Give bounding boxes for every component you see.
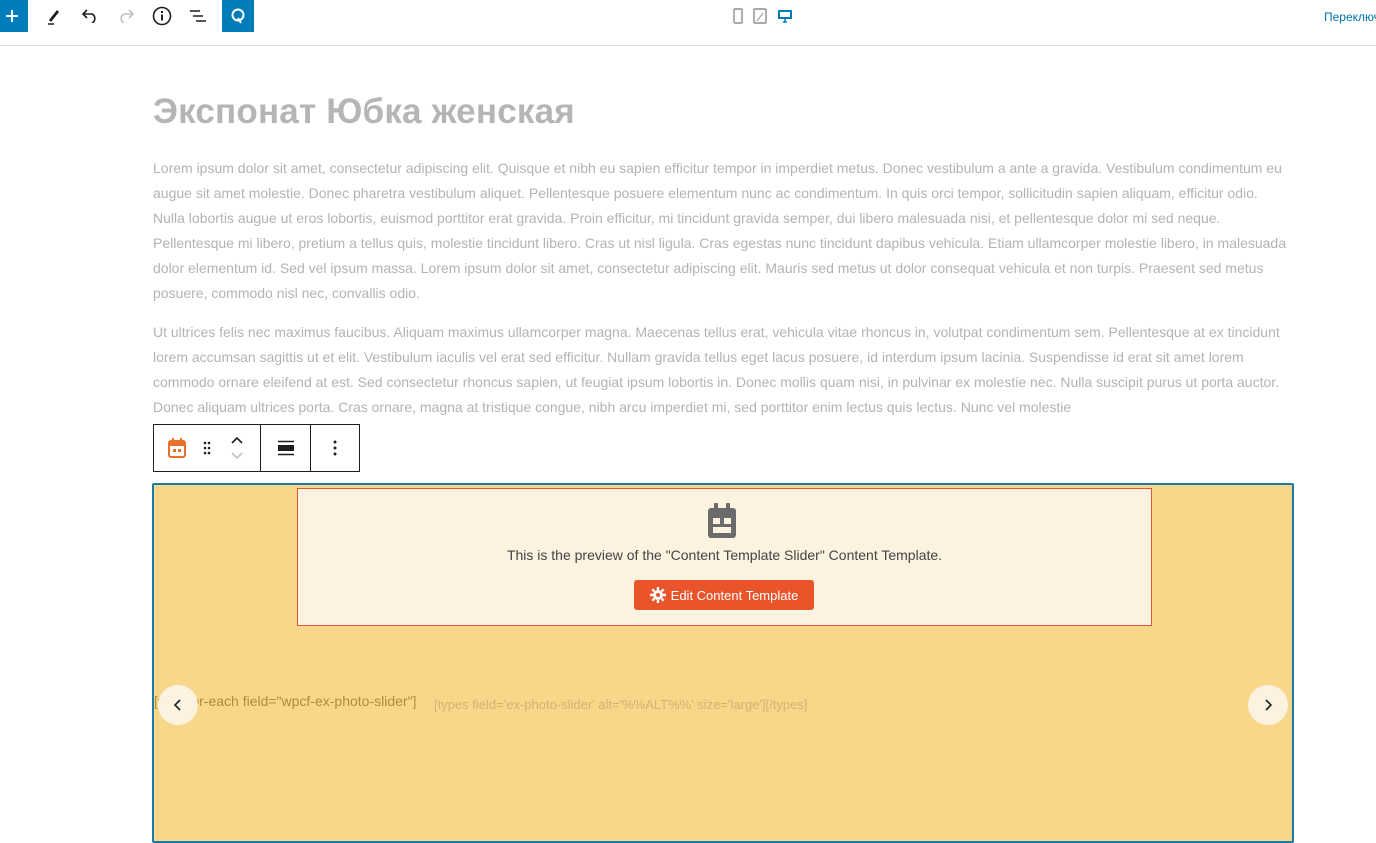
switch-editor-link[interactable]: Переключиться [1324,10,1376,24]
undo-button[interactable] [74,0,106,32]
align-icon [277,440,294,456]
add-block-button[interactable] [0,0,28,32]
preview-message: This is the preview of the "Content Temp… [506,547,943,563]
content-template-slider-block[interactable]: This is the preview of the "Content Temp… [152,483,1294,843]
edit-content-template-button[interactable]: Edit Content Template [634,580,814,610]
move-up-icon [231,436,243,444]
toolset-button[interactable] [222,0,254,32]
block-toolbar-group-align [261,425,312,471]
types-shortcode: [types field='ex-photo-slider' alt='%%AL… [434,697,808,712]
calendar-block-icon [168,438,186,458]
preview-desktop-button[interactable] [777,8,793,24]
block-toolbar-group-more [311,425,359,471]
tablet-icon [753,8,767,24]
edit-content-template-label: Edit Content Template [670,587,799,603]
redo-icon [120,9,135,23]
undo-icon [81,9,96,23]
align-button[interactable] [263,425,309,471]
info-icon [152,6,172,26]
move-up-button[interactable] [230,432,244,448]
more-options-icon [333,440,337,456]
paragraph-block[interactable]: Lorem ipsum dolor sit amet, consectetur … [153,156,1293,306]
more-options-button[interactable] [312,425,358,471]
desktop-icon [778,10,792,23]
chevron-right-icon [1265,699,1273,711]
template-preview-notice: This is the preview of the "Content Temp… [297,488,1152,626]
list-view-icon [190,10,206,22]
slider-prev-button[interactable] [158,685,198,725]
toolset-icon [231,8,245,24]
move-down-icon [231,452,243,460]
slider-next-button[interactable] [1248,685,1288,725]
drag-handle-icon [203,441,211,455]
preview-tablet-button[interactable] [753,8,767,24]
pencil-icon [48,10,59,25]
details-button[interactable] [146,0,178,32]
block-toolbar [153,424,360,472]
block-type-button[interactable] [154,425,200,471]
post-title[interactable]: Экспонат Юбка женская [153,92,575,132]
mobile-icon [733,8,743,24]
preview-mobile-button[interactable] [732,8,746,24]
block-movers [214,425,260,471]
list-view-button[interactable] [182,0,214,32]
block-toolbar-group-main [154,425,262,471]
tools-button[interactable] [38,0,70,32]
chevron-left-icon [173,699,181,711]
paragraph-block[interactable]: Ut ultrices felis nec maximus faucibus. … [153,320,1293,420]
calendar-icon [708,503,736,538]
move-down-button[interactable] [230,448,244,464]
gear-icon [649,587,666,603]
redo-button[interactable] [110,0,142,32]
editor-top-toolbar: Переключиться [0,0,1376,46]
drag-handle[interactable] [200,425,214,471]
plus-icon [6,10,18,22]
